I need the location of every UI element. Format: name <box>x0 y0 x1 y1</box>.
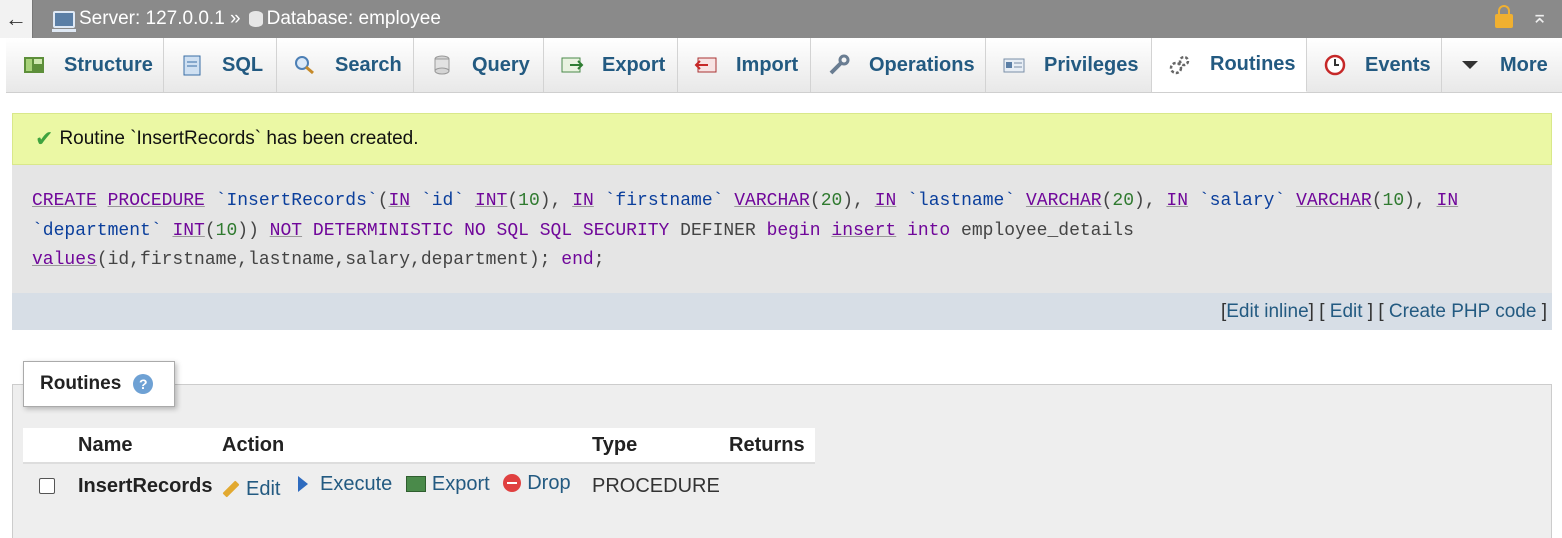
edit-inline-link[interactable]: Edit inline <box>1226 301 1308 322</box>
pencil-icon <box>222 480 240 498</box>
select-column-header <box>23 428 78 464</box>
routine-name: InsertRecords <box>78 474 213 497</box>
query-icon <box>430 54 454 76</box>
name-column-header[interactable]: Name <box>78 428 222 464</box>
edit-link[interactable]: Edit <box>1330 301 1363 322</box>
server-icon <box>52 10 76 32</box>
edit-action[interactable]: Edit <box>222 478 280 501</box>
title-bar: ← Server: 127.0.0.1 » Database: employee… <box>0 0 1562 38</box>
wrench-icon <box>827 54 851 76</box>
privileges-icon <box>1002 54 1026 76</box>
drop-icon <box>503 474 522 492</box>
create-php-code-link[interactable]: Create PHP code <box>1389 301 1537 322</box>
back-button[interactable]: ← <box>0 0 33 38</box>
execute-action[interactable]: Execute <box>294 473 392 496</box>
tab-import[interactable]: Import <box>678 38 811 92</box>
database-icon <box>248 11 263 27</box>
export-icon <box>405 476 426 492</box>
collapse-icon[interactable]: ⌅ <box>1531 7 1548 27</box>
tab-sql-label: SQL <box>222 53 264 76</box>
tab-events-label: Events <box>1365 53 1431 76</box>
routines-legend-label: Routines <box>40 373 122 394</box>
tab-routines[interactable]: Routines <box>1152 38 1307 92</box>
tab-privileges-label: Privileges <box>1044 53 1139 76</box>
sql-line-3: values(id,firstname,lastname,salary,depa… <box>32 250 605 270</box>
breadcrumb: Server: 127.0.0.1 » Database: employee <box>52 8 441 32</box>
row-checkbox[interactable] <box>39 478 55 494</box>
tab-structure-label: Structure <box>64 53 153 76</box>
sql-icon <box>180 54 204 76</box>
tab-operations-label: Operations <box>869 53 975 76</box>
routines-legend: Routines ? <box>23 361 175 407</box>
caret-down-icon <box>1458 54 1482 76</box>
success-text: Routine `InsertRecords` has been created… <box>59 128 419 149</box>
breadcrumb-database[interactable]: Database: employee <box>267 8 441 30</box>
tab-sql[interactable]: SQL <box>164 38 277 92</box>
tab-export-label: Export <box>602 53 666 76</box>
success-message: ✔ Routine `InsertRecords` has been creat… <box>12 113 1552 165</box>
tab-query-label: Query <box>472 53 530 76</box>
routines-icon <box>1168 54 1192 76</box>
breadcrumb-server[interactable]: Server: 127.0.0.1 » <box>79 8 241 30</box>
tab-export[interactable]: Export <box>544 38 678 92</box>
tab-query[interactable]: Query <box>414 38 544 92</box>
tab-import-label: Import <box>736 53 799 76</box>
tab-events[interactable]: Events <box>1307 38 1442 92</box>
type-column-header[interactable]: Type <box>592 428 729 464</box>
check-icon: ✔ <box>35 126 54 151</box>
tab-structure[interactable]: Structure <box>6 38 164 92</box>
tab-more[interactable]: More <box>1442 38 1562 92</box>
lock-icon[interactable] <box>1495 5 1514 28</box>
import-icon <box>694 54 718 76</box>
tab-routines-label: Routines <box>1210 53 1296 75</box>
sql-links-bar: [Edit inline] [ Edit ] [ Create PHP code… <box>12 293 1552 330</box>
export-action[interactable]: Export <box>405 473 490 496</box>
tab-search[interactable]: Search <box>277 38 414 92</box>
tab-operations[interactable]: Operations <box>811 38 986 92</box>
sql-line-1: CREATE PROCEDURE `InsertRecords`(IN `id`… <box>32 191 1459 211</box>
tab-search-label: Search <box>335 53 402 76</box>
tab-more-label: More <box>1500 53 1548 76</box>
action-column-header: Action <box>222 428 592 464</box>
drop-action[interactable]: Drop <box>503 472 571 495</box>
play-icon <box>298 476 309 492</box>
returns-column-header: Returns <box>729 428 815 464</box>
tab-privileges[interactable]: Privileges <box>986 38 1152 92</box>
table-row: InsertRecords Edit Execute Export Drop P… <box>23 463 815 508</box>
routines-table: Name Action Type Returns InsertRecords E… <box>23 428 815 508</box>
tab-bar: Structure SQL Search Query Export Import <box>6 38 1562 93</box>
structure-icon <box>22 54 46 76</box>
clock-icon <box>1323 54 1347 76</box>
sql-line-2: `department` INT(10)) NOT DETERMINISTIC … <box>32 220 1134 241</box>
routine-type: PROCEDURE <box>592 474 720 497</box>
sql-query-box: CREATE PROCEDURE `InsertRecords`(IN `id`… <box>12 165 1552 293</box>
table-header-row: Name Action Type Returns <box>23 428 815 464</box>
search-icon <box>293 54 317 76</box>
help-icon[interactable]: ? <box>133 374 154 394</box>
export-icon <box>560 54 584 76</box>
